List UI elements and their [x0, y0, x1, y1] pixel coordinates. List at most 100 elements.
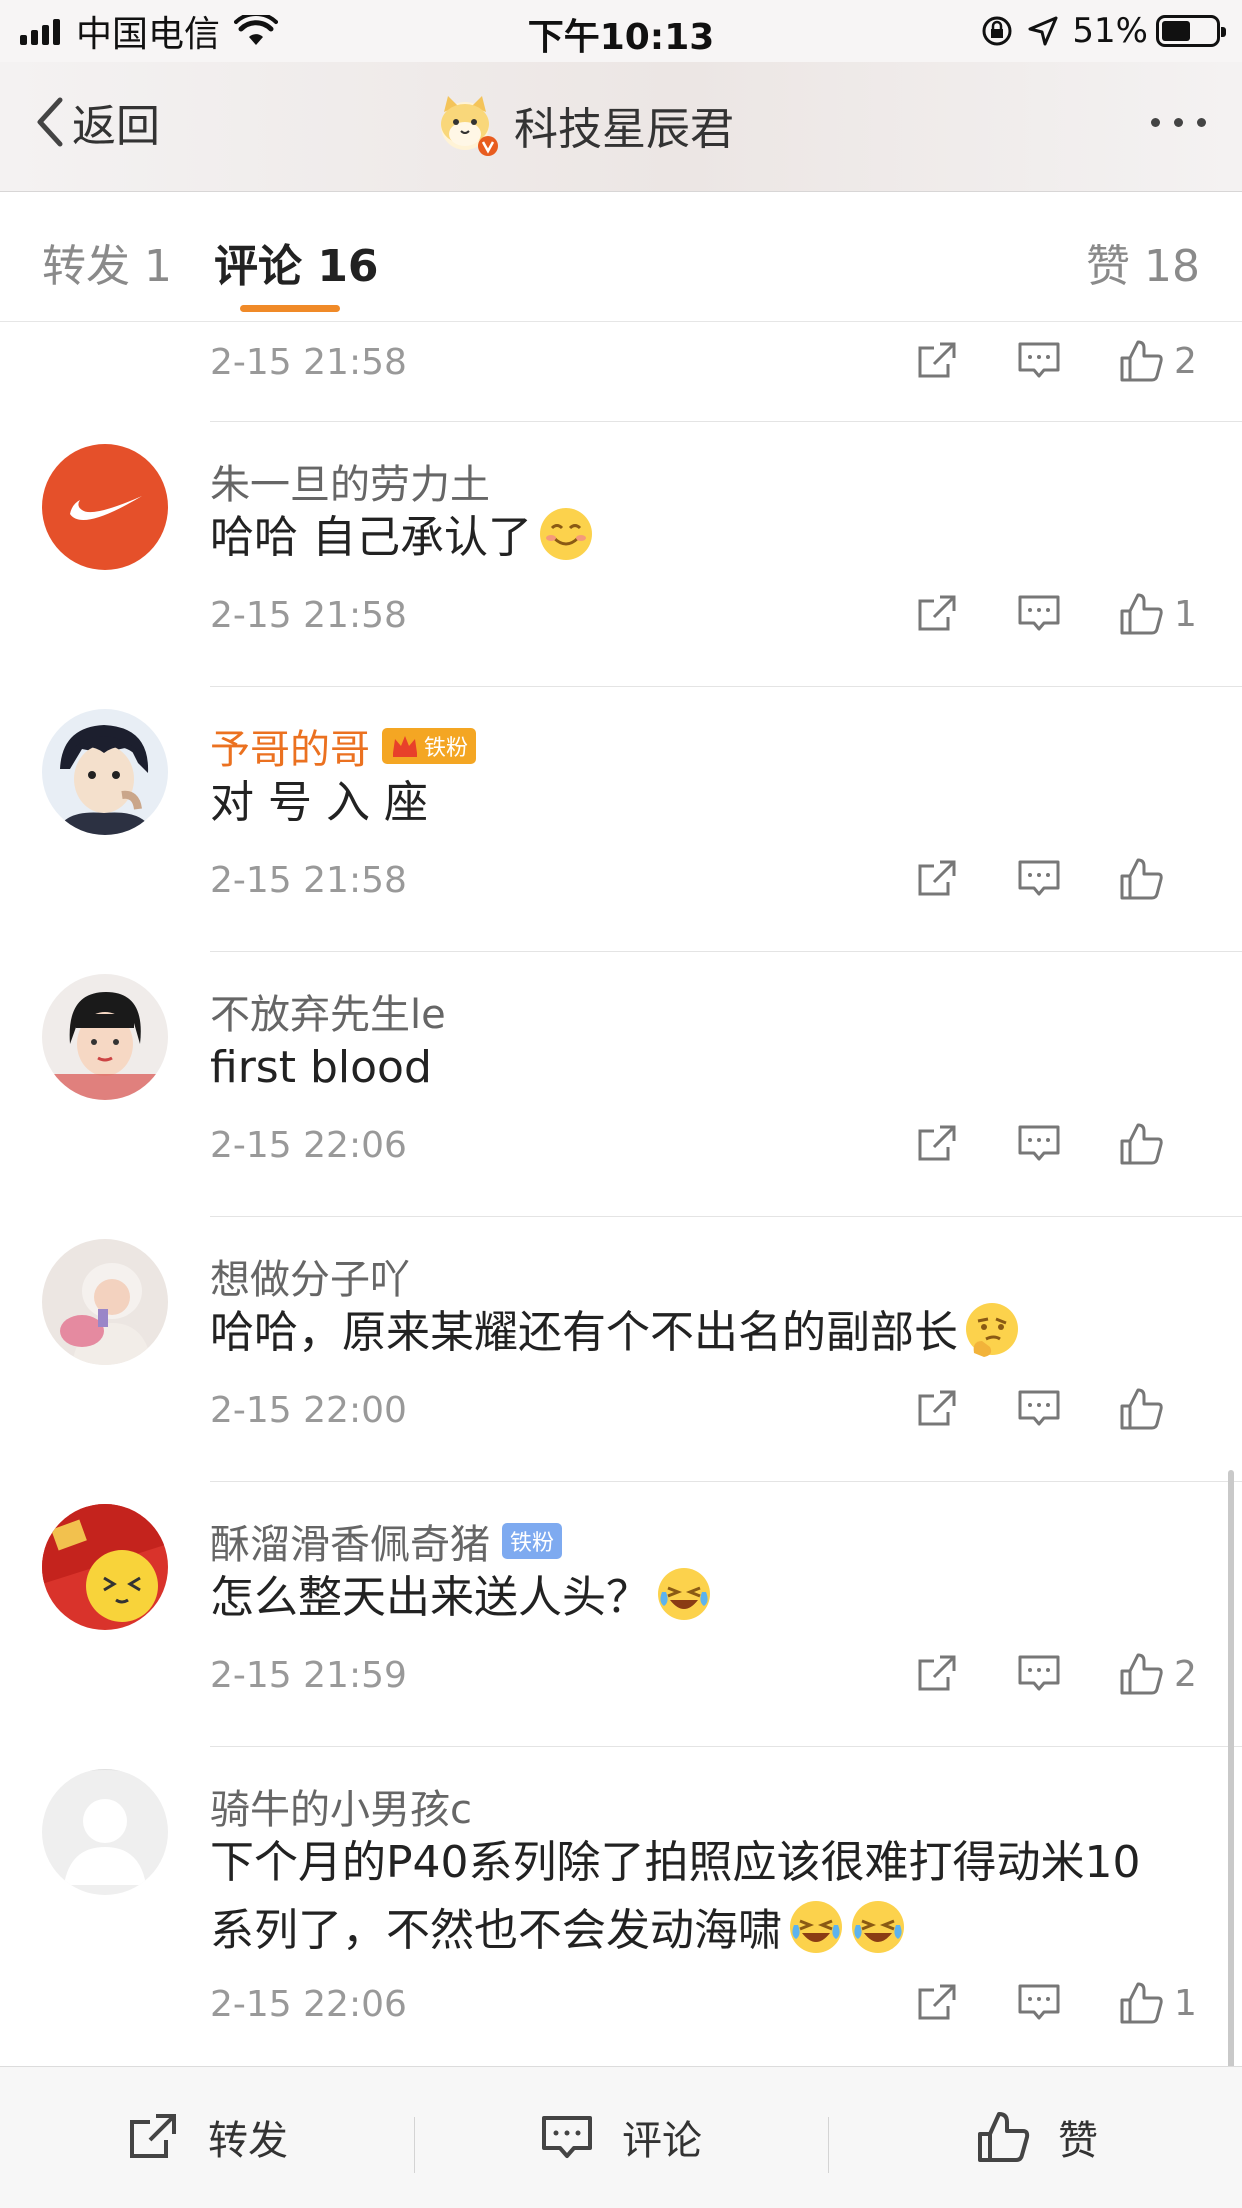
back-button[interactable]: 返回: [32, 92, 160, 152]
like-count: 1: [1174, 593, 1197, 635]
comment-text: 对 号 入 座: [210, 777, 428, 828]
nav-bar: 返回 科技星辰君: [0, 62, 1242, 192]
repost-label: 转发: [208, 2118, 288, 2164]
avatar[interactable]: [42, 1239, 168, 1365]
location-icon: [1028, 16, 1058, 46]
comment-label: 评论: [622, 2118, 702, 2164]
comment-time: 2-15 21:59: [210, 1655, 407, 1696]
comment-time: 2-15 22:06: [210, 1125, 407, 1166]
like-count: 2: [1174, 1653, 1197, 1695]
comment-actions: 1: [858, 1978, 1200, 2028]
comment-username[interactable]: 骑牛的小男孩c: [210, 1777, 472, 1835]
divider: [828, 2117, 829, 2173]
status-bar: 中国电信 下午10:13 51%: [0, 0, 1242, 62]
more-icon: [1151, 118, 1160, 127]
like-icon: [1120, 1388, 1163, 1430]
repost-icon[interactable]: [914, 1651, 960, 1697]
comment-icon[interactable]: [1016, 338, 1062, 384]
comment-username[interactable]: 予哥的哥 铁粉: [210, 717, 477, 775]
comment-username[interactable]: 朱一旦的劳力土: [210, 452, 490, 510]
repost-icon[interactable]: [914, 591, 960, 637]
back-label: 返回: [72, 101, 160, 152]
comment-time: 2-15 21:58: [210, 342, 407, 383]
comment-button[interactable]: 评论: [540, 2105, 702, 2169]
like-count: 2: [1174, 340, 1197, 382]
comment-text: 哈哈 自己承认了: [210, 504, 1210, 572]
comment-icon: [542, 2116, 592, 2158]
fan-badge: 铁粉: [502, 1523, 563, 1559]
battery-percent: 51%: [1072, 11, 1148, 51]
comment-item: 予哥的哥 铁粉 对 号 入 座 2-15 21:58: [0, 687, 1242, 952]
comment-time: 2-15 22:06: [210, 1984, 407, 2025]
repost-icon[interactable]: [914, 1121, 960, 1167]
crown-icon: [393, 736, 417, 757]
laugh-cry-emoji-icon: [658, 1568, 710, 1620]
avatar[interactable]: [42, 1769, 168, 1895]
like-button[interactable]: 赞: [976, 2105, 1098, 2169]
comment-username[interactable]: 想做分子吖: [210, 1247, 410, 1305]
like-button[interactable]: 1: [1118, 1980, 1200, 2026]
back-chevron-icon: [37, 97, 63, 147]
fan-badge: 铁粉: [382, 728, 477, 764]
like-icon: [978, 2112, 1030, 2162]
repost-icon[interactable]: [914, 856, 960, 902]
comment-actions: [858, 1119, 1200, 1169]
laugh-cry-emoji-icon: [852, 1901, 904, 1953]
comment-icon[interactable]: [1016, 856, 1062, 902]
comment-item: 酥溜滑香佩奇猪 铁粉 怎么整天出来送人头？ 2-15 21:59 2: [0, 1482, 1242, 1747]
like-button[interactable]: 2: [1118, 338, 1200, 384]
repost-icon[interactable]: [914, 338, 960, 384]
scrollbar[interactable]: [1228, 1470, 1234, 2070]
like-button[interactable]: [1118, 1386, 1200, 1432]
comment-item: 想做分子吖 哈哈，原来某耀还有个不出名的副部长 2-15 22:00: [0, 1217, 1242, 1482]
like-icon: [1120, 593, 1163, 635]
avatar[interactable]: [42, 974, 168, 1100]
like-button[interactable]: [1118, 856, 1200, 902]
comment-icon[interactable]: [1016, 1651, 1062, 1697]
comment-text: first blood: [210, 1042, 432, 1093]
comment-item: 不放弃先生le first blood 2-15 22:06: [0, 952, 1242, 1217]
like-count: 1: [1174, 1982, 1197, 2024]
avatar[interactable]: [42, 709, 168, 835]
lock-rotation-icon: [982, 16, 1012, 46]
divider: [414, 2117, 415, 2173]
comment-time: 2-15 21:58: [210, 595, 407, 636]
comment-actions: 2: [858, 1649, 1200, 1699]
comment-text: 下个月的P40系列除了拍照应该很难打得动米10 系列了，不然也不会发动海啸: [210, 1837, 1141, 1956]
avatar[interactable]: [42, 444, 168, 570]
comment-icon[interactable]: [1016, 1386, 1062, 1432]
tab-like[interactable]: 赞 18: [1086, 230, 1200, 294]
like-button[interactable]: [1118, 1121, 1200, 1167]
tab-repost[interactable]: 转发 1: [42, 230, 172, 294]
like-button[interactable]: 1: [1118, 591, 1200, 637]
comment-text: 怎么整天出来送人头？: [210, 1564, 1210, 1632]
smile-emoji-icon: [540, 508, 592, 560]
comment-icon[interactable]: [1016, 1121, 1062, 1167]
comment-username[interactable]: 酥溜滑香佩奇猪 铁粉: [210, 1512, 563, 1570]
bottom-action-bar: 转发 评论 赞: [0, 2066, 1242, 2208]
comment-time: 2-15 22:00: [210, 1390, 407, 1431]
comment-icon[interactable]: [1016, 591, 1062, 637]
comment-item: 朱一旦的劳力土 哈哈 自己承认了 2-15 21:58 1: [0, 422, 1242, 687]
like-icon: [1120, 858, 1163, 900]
comment-actions: 1: [858, 589, 1200, 639]
repost-icon[interactable]: [914, 1386, 960, 1432]
repost-icon[interactable]: [914, 1980, 960, 2026]
page-title: 科技星辰君: [514, 104, 734, 155]
like-icon: [1120, 1653, 1163, 1695]
like-icon: [1120, 340, 1163, 382]
comment-text: 哈哈，原来某耀还有个不出名的副部长: [210, 1299, 1210, 1367]
like-button[interactable]: 2: [1118, 1651, 1200, 1697]
laugh-cry-emoji-icon: [790, 1901, 842, 1953]
comment-icon[interactable]: [1016, 1980, 1062, 2026]
account-avatar[interactable]: [432, 90, 502, 160]
avatar[interactable]: [42, 1504, 168, 1630]
comment-username[interactable]: 不放弃先生le: [210, 982, 446, 1040]
comment-item: 2-15 21:58 2: [0, 322, 1242, 422]
like-icon: [1120, 1123, 1163, 1165]
repost-button[interactable]: 转发: [126, 2105, 288, 2169]
tab-comment[interactable]: 评论 16: [214, 230, 379, 294]
thinking-emoji-icon: [966, 1303, 1018, 1357]
more-button[interactable]: [1137, 118, 1206, 127]
comment-list[interactable]: 2-15 21:58 2 朱一旦的劳力土 哈哈 自己承认了 2-15 21:58…: [0, 322, 1242, 2066]
